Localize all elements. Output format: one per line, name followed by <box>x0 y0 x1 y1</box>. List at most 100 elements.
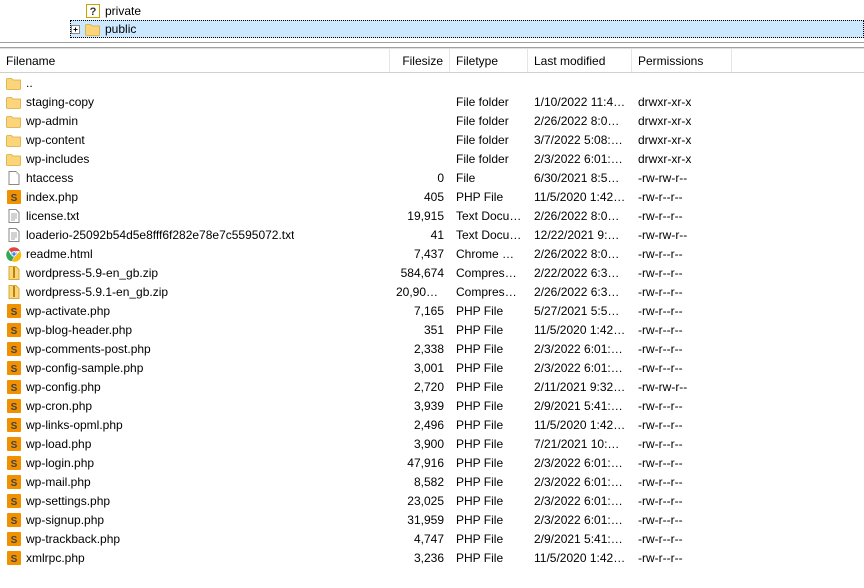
tree-item-label: public <box>105 20 136 38</box>
file-size: 3,939 <box>390 399 450 413</box>
file-row[interactable]: Sindex.php405PHP File11/5/2020 1:42:…-rw… <box>0 187 864 206</box>
file-modified: 12/22/2021 9:1… <box>528 228 632 242</box>
file-row[interactable]: Swp-blog-header.php351PHP File11/5/2020 … <box>0 320 864 339</box>
file-type: PHP File <box>450 304 528 318</box>
column-header-modified[interactable]: Last modified <box>528 49 632 72</box>
file-type: Text Docu… <box>450 209 528 223</box>
column-header-filename[interactable]: Filename <box>0 49 390 72</box>
file-permissions: -rw-r--r-- <box>632 209 732 223</box>
file-permissions: -rw-rw-r-- <box>632 380 732 394</box>
file-row[interactable]: Sxmlrpc.php3,236PHP File11/5/2020 1:42:…… <box>0 548 864 567</box>
folder-icon <box>6 151 22 167</box>
file-name: wp-login.php <box>26 456 94 470</box>
file-permissions: -rw-r--r-- <box>632 437 732 451</box>
folder-icon <box>6 75 22 91</box>
file-row[interactable]: staging-copyFile folder1/10/2022 11:4…dr… <box>0 92 864 111</box>
tree-item[interactable]: ?private <box>70 2 864 20</box>
file-row[interactable]: wp-adminFile folder2/26/2022 8:04:…drwxr… <box>0 111 864 130</box>
file-modified: 2/3/2022 6:01:3… <box>528 342 632 356</box>
folder-tree[interactable]: ?privatepublic <box>0 0 864 42</box>
file-size: 47,916 <box>390 456 450 470</box>
folder-icon <box>6 94 22 110</box>
php-icon: S <box>6 360 22 376</box>
file-modified: 11/5/2020 1:42:… <box>528 190 632 204</box>
file-row[interactable]: Swp-config.php2,720PHP File2/11/2021 9:3… <box>0 377 864 396</box>
file-name: staging-copy <box>26 95 94 109</box>
file-type: Compresse… <box>450 285 528 299</box>
file-type: PHP File <box>450 532 528 546</box>
file-name: readme.html <box>26 247 93 261</box>
file-size: 4,747 <box>390 532 450 546</box>
file-type: PHP File <box>450 513 528 527</box>
file-row[interactable]: Swp-config-sample.php3,001PHP File2/3/20… <box>0 358 864 377</box>
file-row[interactable]: wp-includesFile folder2/3/2022 6:01:4…dr… <box>0 149 864 168</box>
file-row[interactable]: wp-contentFile folder3/7/2022 5:08:4…drw… <box>0 130 864 149</box>
file-modified: 2/26/2022 8:04:… <box>528 209 632 223</box>
php-icon: S <box>6 531 22 547</box>
file-permissions: -rw-r--r-- <box>632 190 732 204</box>
svg-text:S: S <box>11 364 18 375</box>
file-row[interactable]: Swp-load.php3,900PHP File7/21/2021 10:0…… <box>0 434 864 453</box>
file-name: wp-config.php <box>26 380 101 394</box>
file-size: 23,025 <box>390 494 450 508</box>
file-row[interactable]: Swp-trackback.php4,747PHP File2/9/2021 5… <box>0 529 864 548</box>
file-row[interactable]: wordpress-5.9.1-en_gb.zip20,904,423Compr… <box>0 282 864 301</box>
file-permissions: drwxr-xr-x <box>632 133 732 147</box>
file-row[interactable]: Swp-mail.php8,582PHP File2/3/2022 6:01:3… <box>0 472 864 491</box>
file-row[interactable]: Swp-comments-post.php2,338PHP File2/3/20… <box>0 339 864 358</box>
file-type: PHP File <box>450 190 528 204</box>
column-header-filetype[interactable]: Filetype <box>450 49 528 72</box>
file-type: Chrome H… <box>450 247 528 261</box>
file-row[interactable]: readme.html7,437Chrome H…2/26/2022 8:04:… <box>0 244 864 263</box>
svg-text:S: S <box>11 554 18 565</box>
file-row[interactable]: Swp-cron.php3,939PHP File2/9/2021 5:41:2… <box>0 396 864 415</box>
file-modified: 11/5/2020 1:42:… <box>528 551 632 565</box>
file-modified: 2/3/2022 6:01:3… <box>528 361 632 375</box>
file-size: 3,236 <box>390 551 450 565</box>
tree-item[interactable]: public <box>70 20 864 38</box>
file-row[interactable]: loaderio-25092b54d5e8fff6f282e78e7c55950… <box>0 225 864 244</box>
file-row[interactable]: .. <box>0 73 864 92</box>
file-name: wp-config-sample.php <box>26 361 143 375</box>
file-type: Text Docu… <box>450 228 528 242</box>
file-permissions: -rw-r--r-- <box>632 532 732 546</box>
svg-text:S: S <box>11 326 18 337</box>
file-modified: 2/3/2022 6:01:3… <box>528 475 632 489</box>
file-modified: 2/22/2022 6:33:… <box>528 266 632 280</box>
file-modified: 2/3/2022 6:01:4… <box>528 456 632 470</box>
file-row[interactable]: wordpress-5.9-en_gb.zip584,674Compresse…… <box>0 263 864 282</box>
file-name: loaderio-25092b54d5e8fff6f282e78e7c55950… <box>26 228 294 242</box>
unknown-folder-icon: ? <box>85 3 101 19</box>
file-size: 584,674 <box>390 266 450 280</box>
file-size: 7,165 <box>390 304 450 318</box>
file-modified: 6/30/2021 8:57:… <box>528 171 632 185</box>
column-headers: Filename Filesize Filetype Last modified… <box>0 48 864 73</box>
file-row[interactable]: Swp-signup.php31,959PHP File2/3/2022 6:0… <box>0 510 864 529</box>
file-type: File folder <box>450 95 528 109</box>
chrome-icon <box>6 246 22 262</box>
column-header-permissions[interactable]: Permissions <box>632 49 732 72</box>
file-name: htaccess <box>26 171 73 185</box>
file-row[interactable]: htaccess0File6/30/2021 8:57:…-rw-rw-r-- <box>0 168 864 187</box>
expand-icon[interactable] <box>70 24 81 35</box>
file-row[interactable]: Swp-settings.php23,025PHP File2/3/2022 6… <box>0 491 864 510</box>
svg-text:S: S <box>11 402 18 413</box>
file-name: .. <box>26 76 33 90</box>
file-row[interactable]: Swp-activate.php7,165PHP File5/27/2021 5… <box>0 301 864 320</box>
file-name: wp-load.php <box>26 437 91 451</box>
file-modified: 2/11/2021 9:32:… <box>528 380 632 394</box>
file-modified: 2/9/2021 5:41:2… <box>528 399 632 413</box>
php-icon: S <box>6 398 22 414</box>
svg-text:S: S <box>11 193 18 204</box>
file-row[interactable]: license.txt19,915Text Docu…2/26/2022 8:0… <box>0 206 864 225</box>
file-type: PHP File <box>450 551 528 565</box>
folder-icon <box>6 132 22 148</box>
file-modified: 3/7/2022 5:08:4… <box>528 133 632 147</box>
file-size: 41 <box>390 228 450 242</box>
column-header-filesize[interactable]: Filesize <box>390 49 450 72</box>
file-row[interactable]: Swp-links-opml.php2,496PHP File11/5/2020… <box>0 415 864 434</box>
php-icon: S <box>6 189 22 205</box>
php-icon: S <box>6 322 22 338</box>
file-permissions: -rw-r--r-- <box>632 551 732 565</box>
file-row[interactable]: Swp-login.php47,916PHP File2/3/2022 6:01… <box>0 453 864 472</box>
